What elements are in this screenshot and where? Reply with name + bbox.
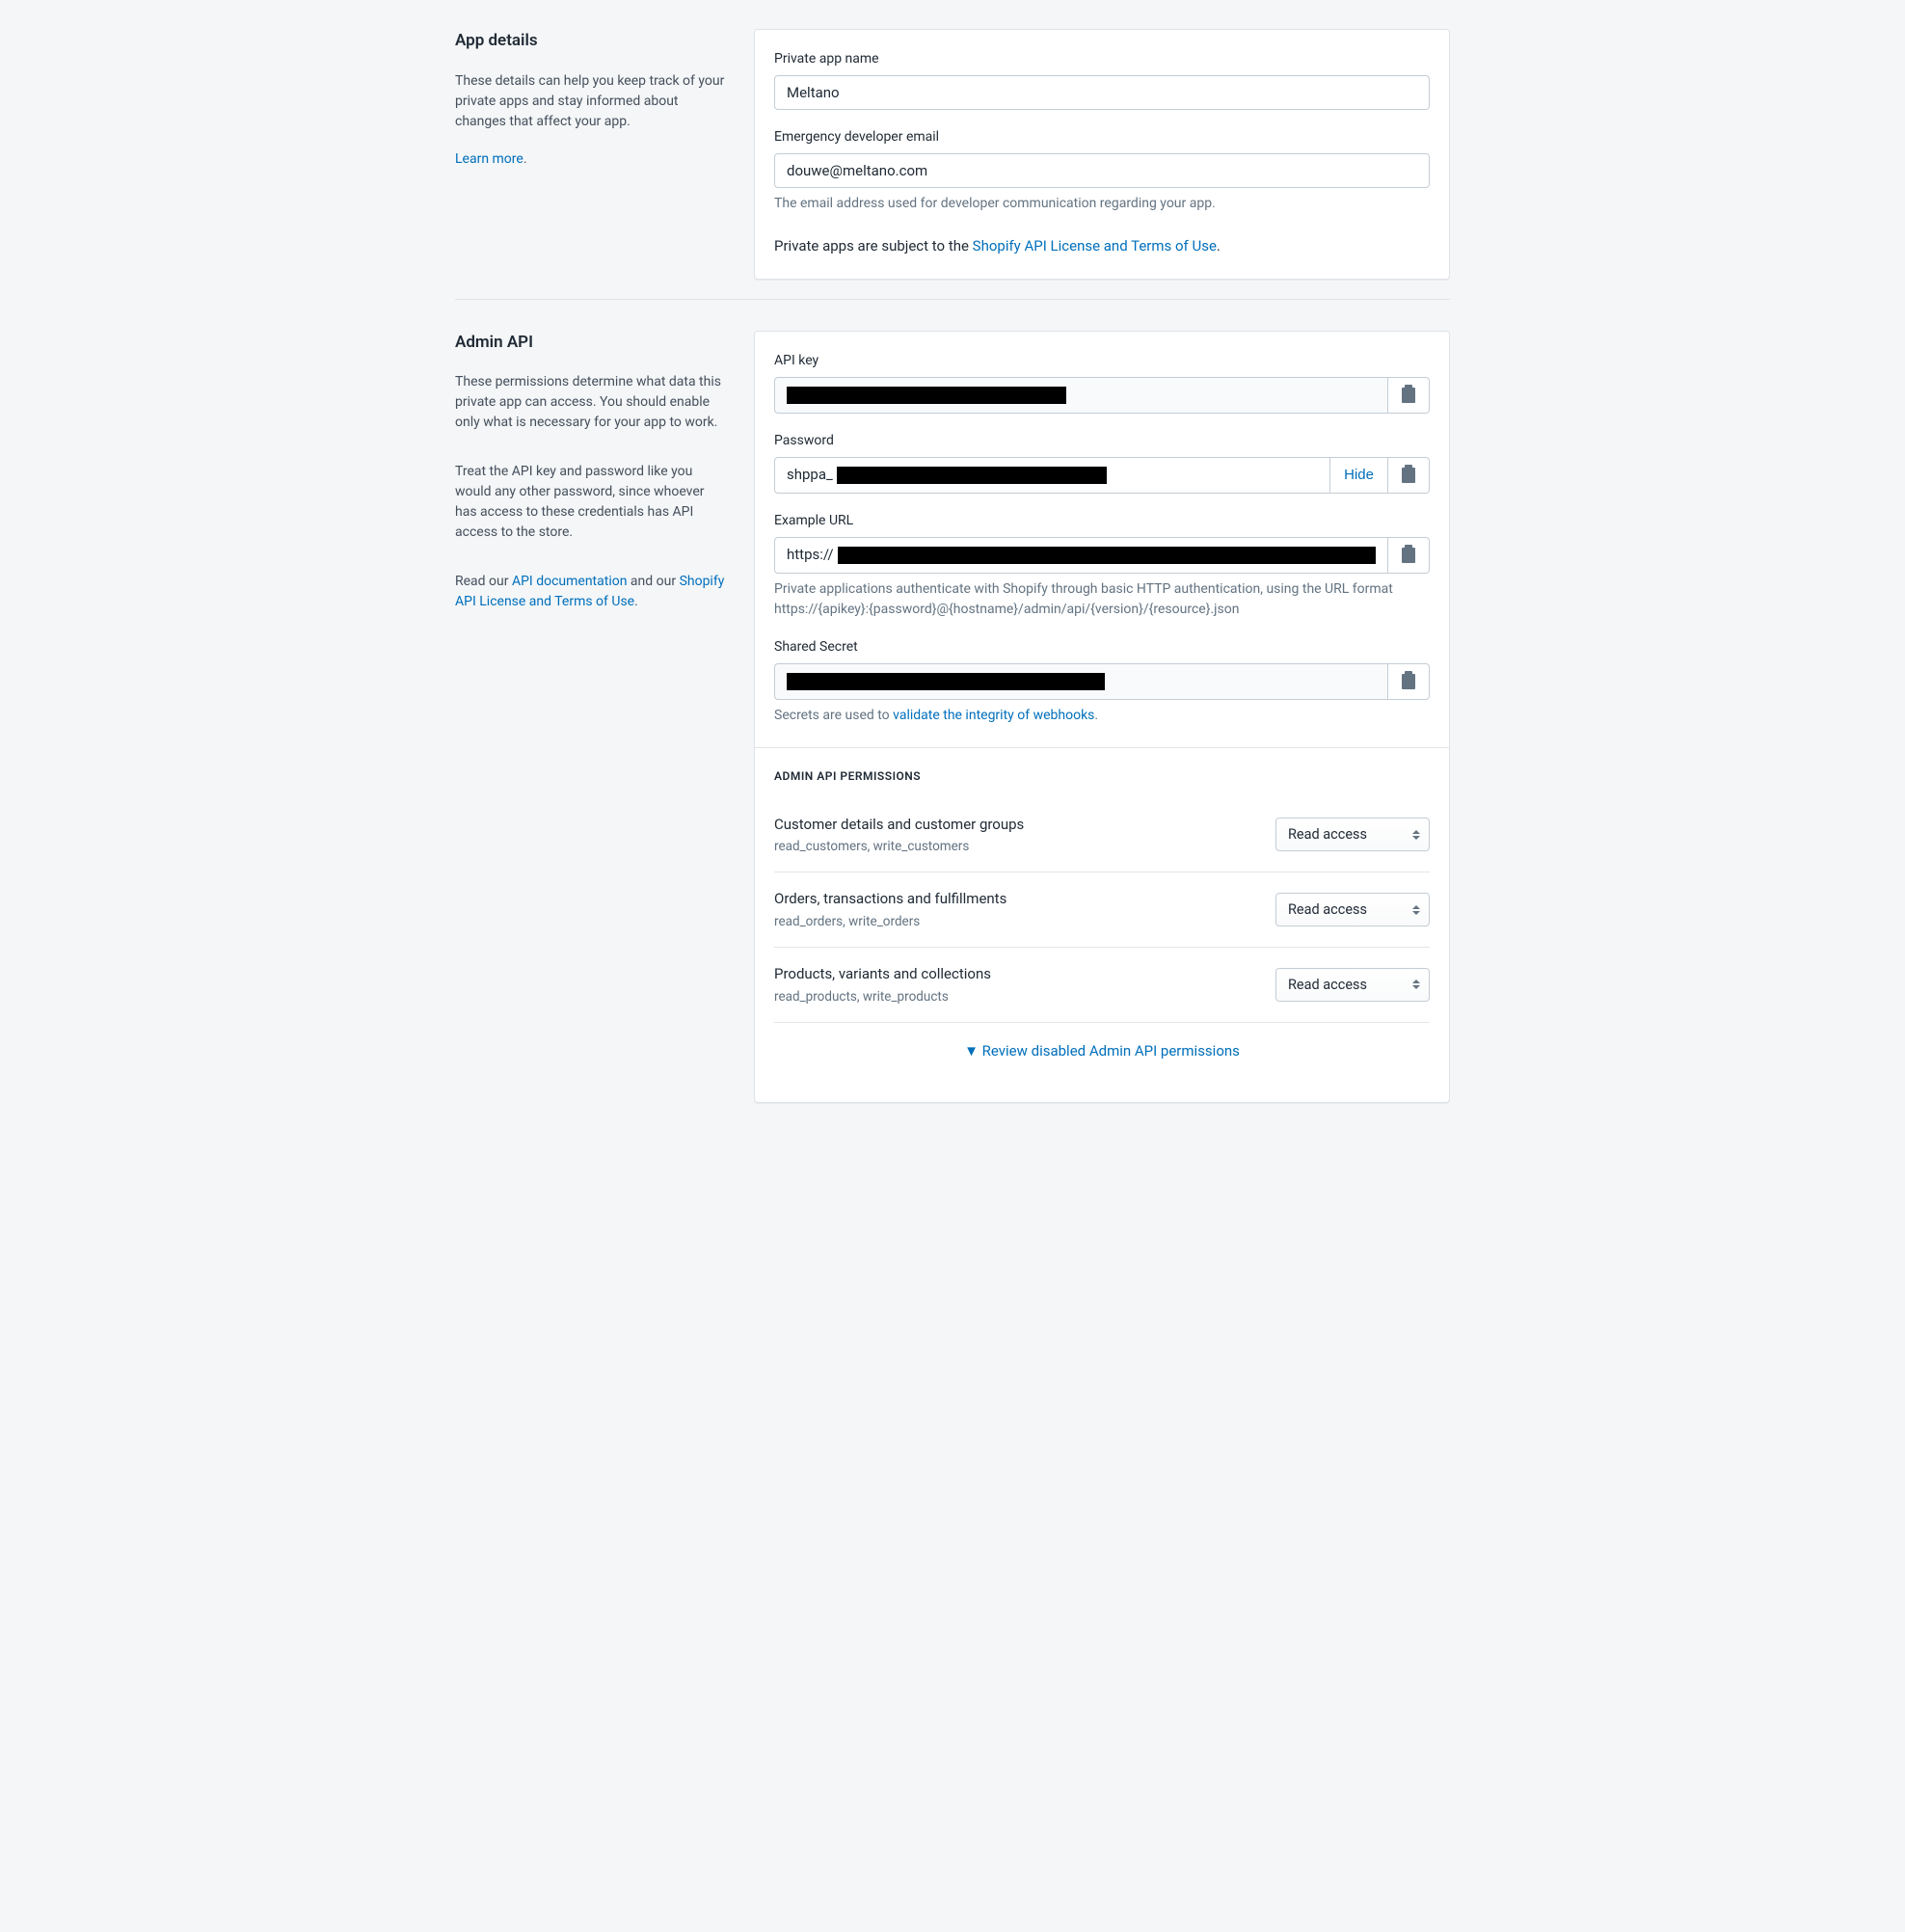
shared-secret-label: Shared Secret: [774, 637, 1430, 657]
developer-email-label: Emergency developer email: [774, 127, 1430, 148]
admin-api-permissions-heading: ADMIN API PERMISSIONS: [774, 767, 1430, 785]
permission-scopes: read_customers, write_customers: [774, 837, 1024, 856]
copy-example-url-button[interactable]: [1387, 537, 1430, 574]
app-name-input[interactable]: [774, 75, 1430, 110]
admin-api-heading: Admin API: [455, 331, 725, 356]
app-details-heading: App details: [455, 29, 725, 54]
chevron-down-icon: ▼: [964, 1042, 979, 1060]
validate-webhooks-link[interactable]: validate the integrity of webhooks: [893, 708, 1094, 723]
permission-access-select[interactable]: Read access: [1275, 818, 1430, 851]
permission-row: Orders, transactions and fulfillments rea…: [774, 872, 1430, 948]
example-url-redacted: [838, 547, 1376, 564]
password-prefix: shppa_: [787, 464, 833, 486]
admin-api-desc-2: Treat the API key and password like you …: [455, 462, 725, 543]
hide-password-button[interactable]: Hide: [1329, 457, 1387, 494]
permission-access-select[interactable]: Read access: [1275, 968, 1430, 1002]
admin-api-desc-1: These permissions determine what data th…: [455, 372, 725, 433]
shared-secret-field[interactable]: [774, 663, 1387, 700]
example-url-prefix: https://: [787, 544, 834, 566]
developer-email-help: The email address used for developer com…: [774, 194, 1430, 214]
permission-scopes: read_products, write_products: [774, 987, 991, 1006]
app-details-description: These details can help you keep track of…: [455, 71, 725, 132]
example-url-help: Private applications authenticate with S…: [774, 579, 1430, 620]
example-url-field[interactable]: https://: [774, 537, 1387, 574]
clipboard-icon: [1402, 674, 1415, 689]
clipboard-icon: [1402, 548, 1415, 563]
review-disabled-permissions-link[interactable]: ▼ Review disabled Admin API permissions: [774, 1023, 1430, 1082]
copy-password-button[interactable]: [1387, 457, 1430, 494]
clipboard-icon: [1402, 468, 1415, 483]
clipboard-icon: [1402, 388, 1415, 403]
license-terms-link[interactable]: Shopify API License and Terms of Use: [973, 237, 1217, 255]
app-name-label: Private app name: [774, 49, 1430, 69]
example-url-label: Example URL: [774, 511, 1430, 531]
learn-more-link[interactable]: Learn more: [455, 151, 523, 167]
permission-row: Products, variants and collections read_p…: [774, 948, 1430, 1023]
password-label: Password: [774, 431, 1430, 451]
copy-shared-secret-button[interactable]: [1387, 663, 1430, 700]
developer-email-input[interactable]: [774, 153, 1430, 188]
permission-title: Customer details and customer groups: [774, 814, 1024, 836]
password-redacted: [837, 467, 1107, 484]
api-key-label: API key: [774, 351, 1430, 371]
permission-title: Products, variants and collections: [774, 963, 991, 985]
permission-access-select[interactable]: Read access: [1275, 893, 1430, 926]
password-field[interactable]: shppa_: [774, 457, 1329, 494]
shared-secret-redacted: [787, 673, 1105, 690]
permission-title: Orders, transactions and fulfillments: [774, 888, 1006, 910]
license-notice-prefix: Private apps are subject to the: [774, 237, 973, 255]
permission-scopes: read_orders, write_orders: [774, 912, 1006, 931]
copy-api-key-button[interactable]: [1387, 377, 1430, 414]
api-key-field[interactable]: [774, 377, 1387, 414]
api-documentation-link[interactable]: API documentation: [512, 574, 628, 589]
api-key-redacted: [787, 387, 1066, 404]
permission-row: Customer details and customer groupsread…: [774, 802, 1430, 873]
